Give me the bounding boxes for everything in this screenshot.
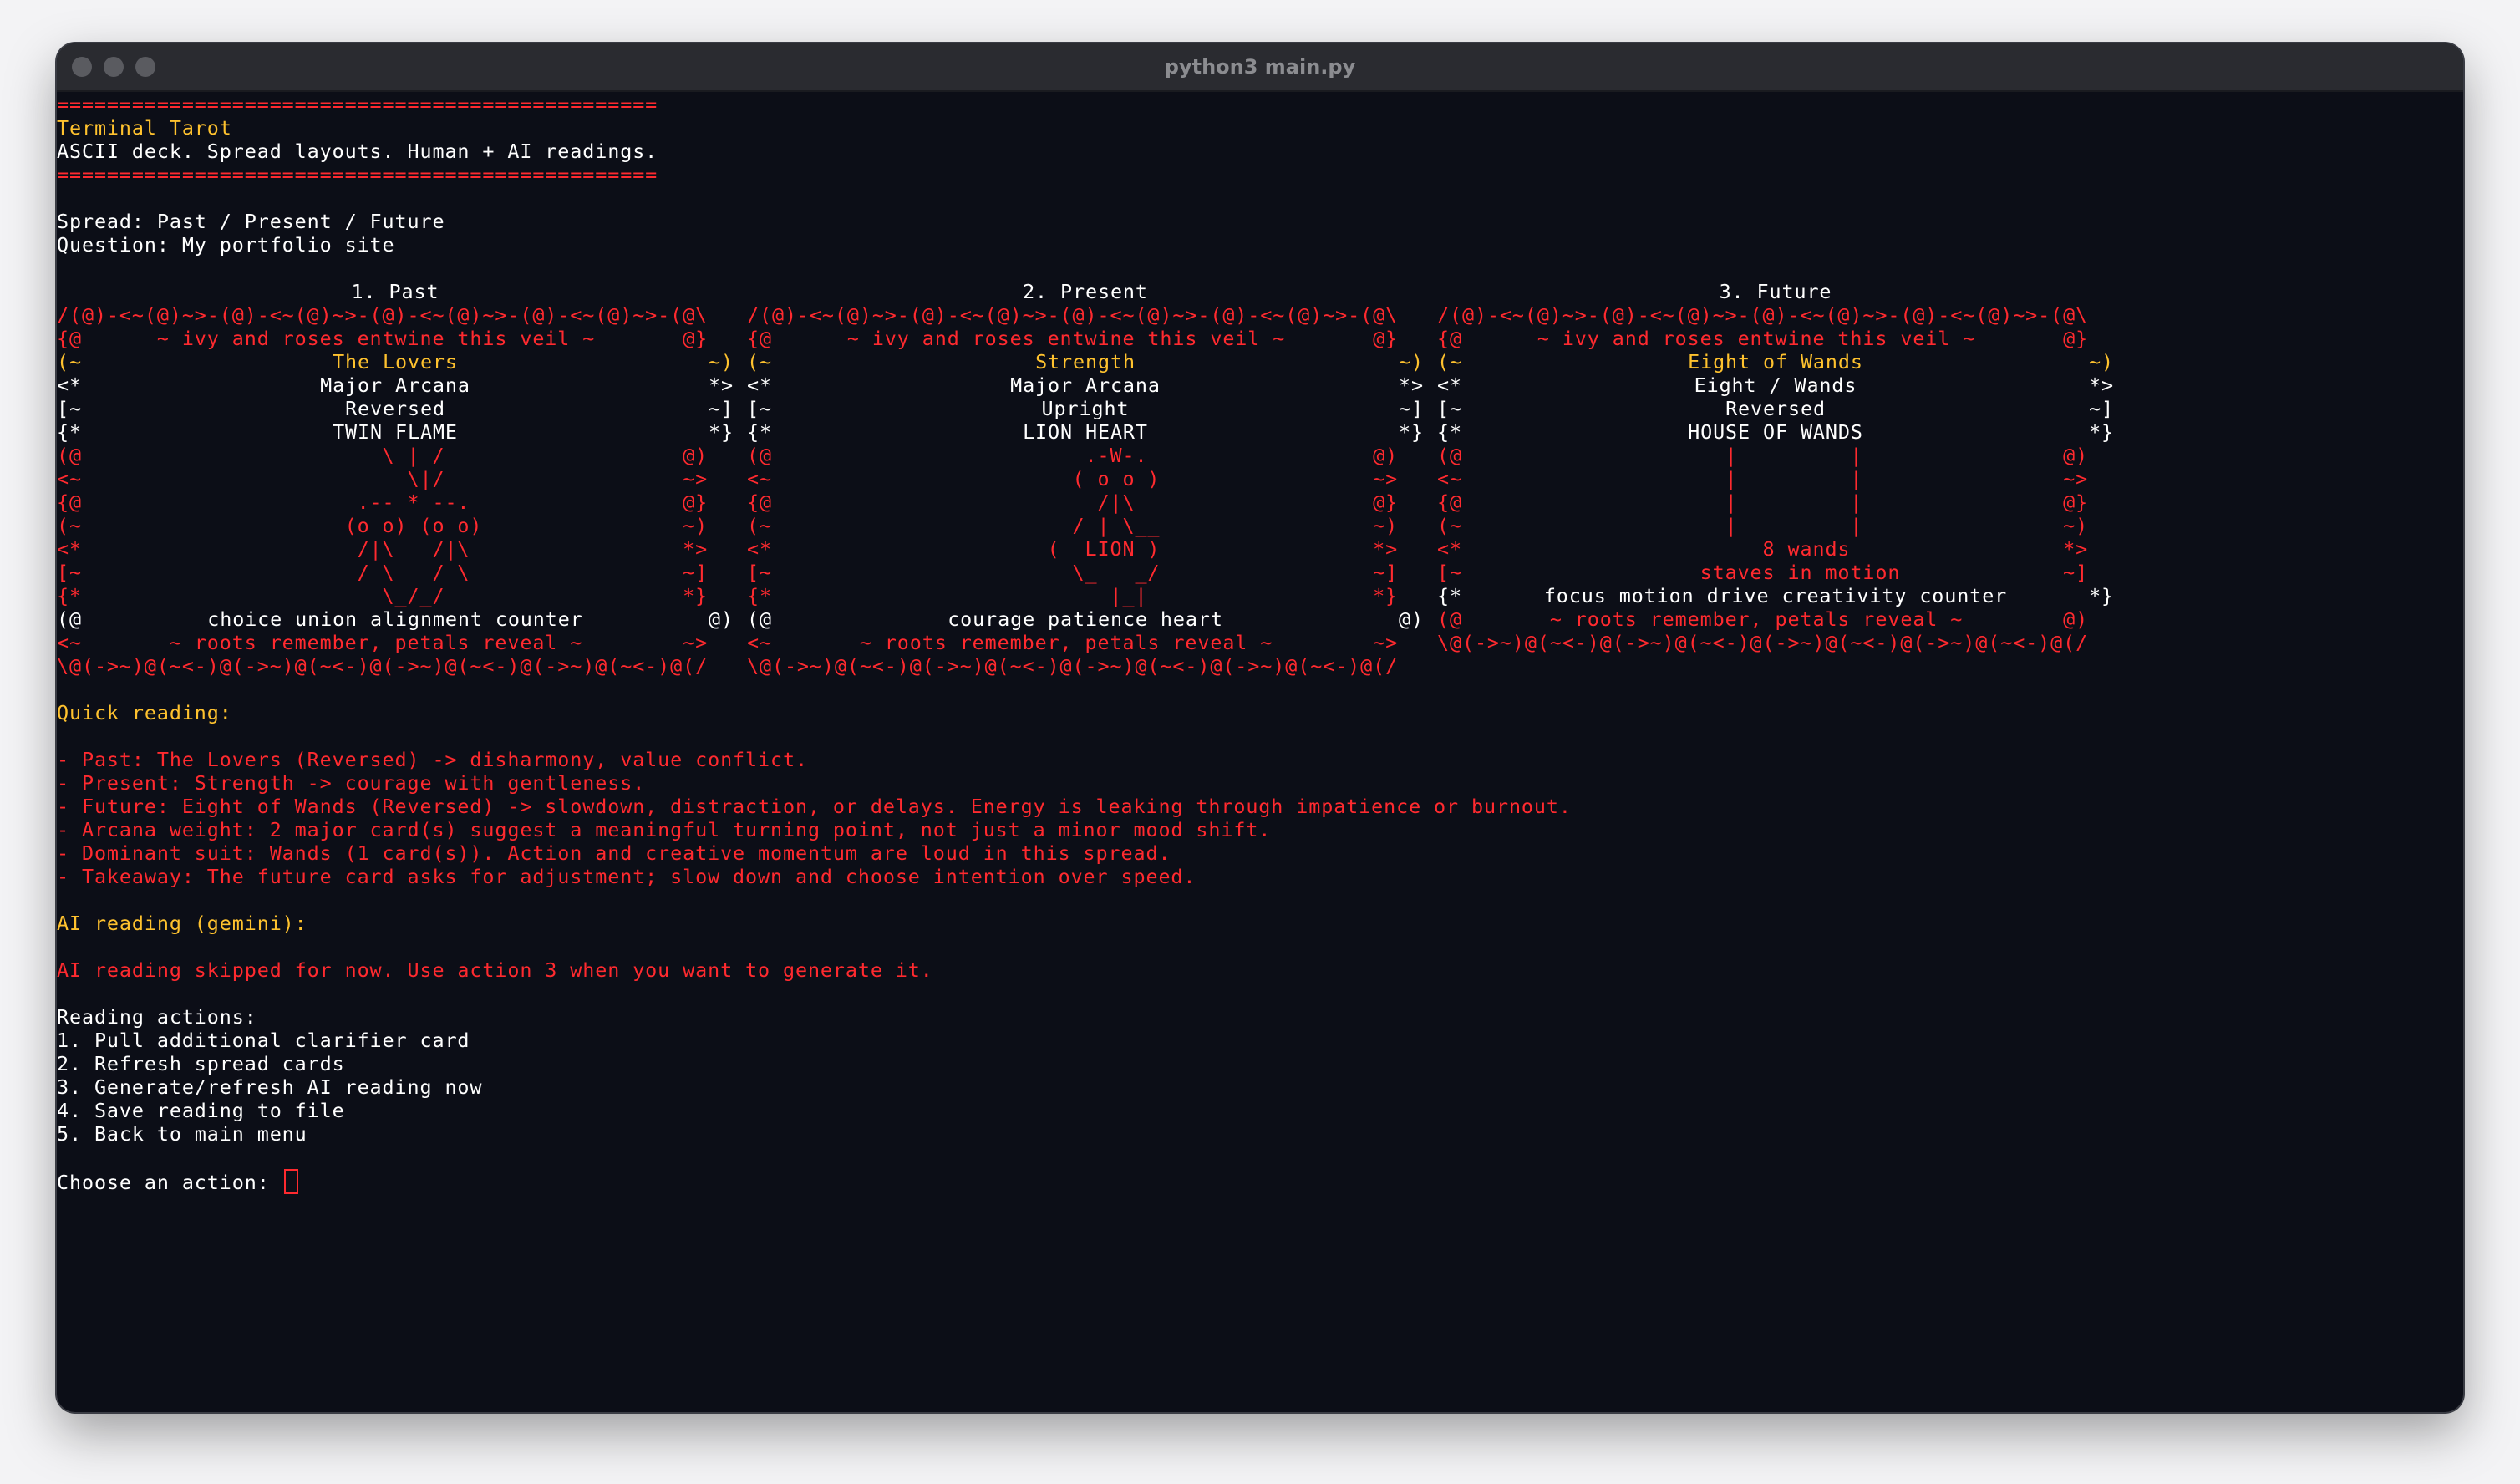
card-arcana-bracket-right: *> (1399, 374, 1424, 397)
card-orientation: Upright (1041, 397, 1130, 420)
action-item: 3. Generate/refresh AI reading now (57, 1075, 483, 1099)
quick-reading-line: - Future: Eight of Wands (Reversed) -> s… (57, 795, 1572, 818)
quick-reading-line: - Past: The Lovers (Reversed) -> disharm… (57, 748, 808, 771)
quick-reading-heading: Quick reading: (57, 701, 232, 724)
action-item: 5. Back to main menu (57, 1122, 307, 1146)
window-title: python3 main.py (1164, 55, 1356, 79)
quick-reading-line: - Arcana weight: 2 major card(s) suggest… (57, 818, 1272, 841)
card-border-bottom: \@(->~)@(~<-)@(->~)@(~<-)@(->~)@(~<-)@(-… (1437, 631, 2089, 654)
card-art-line: <~ \|/ ~> (57, 467, 709, 490)
card-orientation-bracket-right: ~] (709, 397, 734, 420)
card-art-line: {@ .-- * --. @} (57, 490, 709, 514)
card-art-line: <~ | | ~> (1437, 467, 2089, 490)
card-heading: 3. Future (1719, 280, 1832, 303)
card-art-line: <~ ( o o ) ~> (747, 467, 1399, 490)
action-item: 1. Pull additional clarifier card (57, 1029, 470, 1052)
card-name-bracket-right: ~) (2089, 350, 2114, 374)
card-title-bracket-right: *} (709, 420, 734, 444)
card-art-line: {* |_| *} (747, 584, 1399, 607)
card-orientation: Reversed (1725, 397, 1826, 420)
card-art-line: (~ / | \__ ~) (747, 514, 1399, 537)
app-tagline: ASCII deck. Spread layouts. Human + AI r… (57, 140, 658, 163)
quick-reading-line: - Takeaway: The future card asks for adj… (57, 865, 1196, 888)
card-keywords-bracket-right: *} (2089, 584, 2114, 607)
question-line: Question: My portfolio site (57, 233, 395, 257)
card-title: HOUSE OF WANDS (1688, 420, 1863, 444)
text-cursor[interactable] (283, 1169, 298, 1194)
title-bar: python3 main.py (57, 43, 2463, 92)
card-name: The Lovers (333, 350, 458, 374)
card-art-line: {@ /|\ @} (747, 490, 1399, 514)
card-art-line: (~ | | ~) (1437, 514, 2089, 537)
card-title: TWIN FLAME (333, 420, 458, 444)
card-border-top: /(@)-<~(@)~>-(@)-<~(@)~>-(@)-<~(@)~>-(@)… (747, 303, 1399, 327)
card-arcana: Major Arcana (320, 374, 470, 397)
terminal-window: python3 main.py ========================… (57, 43, 2463, 1412)
card-art-line: [~ \_ _/ ~] (747, 561, 1399, 584)
card-motto-bottom: (@ ~ roots remember, petals reveal ~ @) (1437, 607, 2089, 631)
card-art-line: (@ | | @) (1437, 444, 2089, 467)
card-name: Strength (1035, 350, 1136, 374)
card-border-top: /(@)-<~(@)~>-(@)-<~(@)~>-(@)-<~(@)~>-(@)… (57, 303, 709, 327)
card-art-line: [~ / \ / \ ~] (57, 561, 709, 584)
card-motto-top: {@ ~ ivy and roses entwine this veil ~ @… (57, 327, 709, 350)
card-art-line: <* /|\ /|\ *> (57, 537, 709, 561)
app-name: Terminal Tarot (57, 116, 232, 140)
card-keywords: courage patience heart (948, 607, 1223, 631)
card-title: LION HEART (1023, 420, 1148, 444)
card-border-bottom: \@(->~)@(~<-)@(->~)@(~<-)@(->~)@(~<-)@(-… (57, 654, 709, 678)
actions-heading: Reading actions: (57, 1005, 257, 1029)
card-title-bracket-right: *} (1399, 420, 1424, 444)
card-art-line: <* 8 wands *> (1437, 537, 2089, 561)
card-arcana-bracket-right: *> (709, 374, 734, 397)
quick-reading-line: - Dominant suit: Wands (1 card(s)). Acti… (57, 841, 1171, 865)
card-future: 3. Future /(@)-<~(@)~>-(@)-<~(@)~>-(@)-<… (1437, 280, 2114, 658)
ai-reading-message: AI reading skipped for now. Use action 3… (57, 958, 933, 982)
card-arcana: Major Arcana (1010, 374, 1161, 397)
card-motto-top: {@ ~ ivy and roses entwine this veil ~ @… (1437, 327, 2089, 350)
card-border-bottom: \@(->~)@(~<-)@(->~)@(~<-)@(->~)@(~<-)@(-… (747, 654, 1399, 678)
card-art-line: (@ .-W-. @) (747, 444, 1399, 467)
header-rule-bottom: ========================================… (57, 163, 658, 186)
card-arcana: Eight / Wands (1694, 374, 1857, 397)
card-name-bracket-right: ~) (1399, 350, 1424, 374)
card-orientation: Reversed (345, 397, 445, 420)
spread-line: Spread: Past / Present / Future (57, 210, 445, 233)
card-art-line: <* ( LION ) *> (747, 537, 1399, 561)
action-prompt: Choose an action: (57, 1171, 282, 1194)
card-orientation-bracket-right: ~] (1399, 397, 1424, 420)
card-keywords-bracket-right: @) (709, 607, 734, 631)
card-name: Eight of Wands (1688, 350, 1863, 374)
quick-reading-line: - Present: Strength -> courage with gent… (57, 771, 646, 795)
card-arcana-bracket-right: *> (2089, 374, 2114, 397)
ai-reading-heading: AI reading (gemini): (57, 912, 307, 935)
card-title-bracket-right: *} (2089, 420, 2114, 444)
card-art-line: (@ \ | / @) (57, 444, 709, 467)
prompt-line[interactable]: Choose an action: (57, 1169, 298, 1194)
card-art-line: {@ | | @} (1437, 490, 2089, 514)
card-keywords-bracket-right: @) (1399, 607, 1424, 631)
card-art-line: {* \_/_/ *} (57, 584, 709, 607)
card-art-line: (~ (o o) (o o) ~) (57, 514, 709, 537)
card-orientation-bracket-right: ~] (2089, 397, 2114, 420)
card-heading: 1. Past (351, 280, 439, 303)
card-motto-top: {@ ~ ivy and roses entwine this veil ~ @… (747, 327, 1399, 350)
header-rule-top: ========================================… (57, 93, 658, 116)
card-motto-bottom: <~ ~ roots remember, petals reveal ~ ~> (747, 631, 1399, 654)
card-heading: 2. Present (1023, 280, 1148, 303)
action-item: 2. Refresh spread cards (57, 1052, 345, 1075)
card-past: 1. Past /(@)-<~(@)~>-(@)-<~(@)~>-(@)-<~(… (57, 280, 734, 681)
card-art-line: [~ staves in motion ~] (1437, 561, 2089, 584)
card-present: 2. Present /(@)-<~(@)~>-(@)-<~(@)~>-(@)-… (747, 280, 1424, 681)
card-motto-bottom: <~ ~ roots remember, petals reveal ~ ~> (57, 631, 709, 654)
card-border-top: /(@)-<~(@)~>-(@)-<~(@)~>-(@)-<~(@)~>-(@)… (1437, 303, 2089, 327)
action-item: 4. Save reading to file (57, 1099, 345, 1122)
card-keywords: focus motion drive creativity counter (1543, 584, 2008, 607)
card-keywords: choice union alignment counter (207, 607, 583, 631)
terminal-output[interactable]: ========================================… (57, 90, 2463, 1412)
card-name-bracket-right: ~) (709, 350, 734, 374)
